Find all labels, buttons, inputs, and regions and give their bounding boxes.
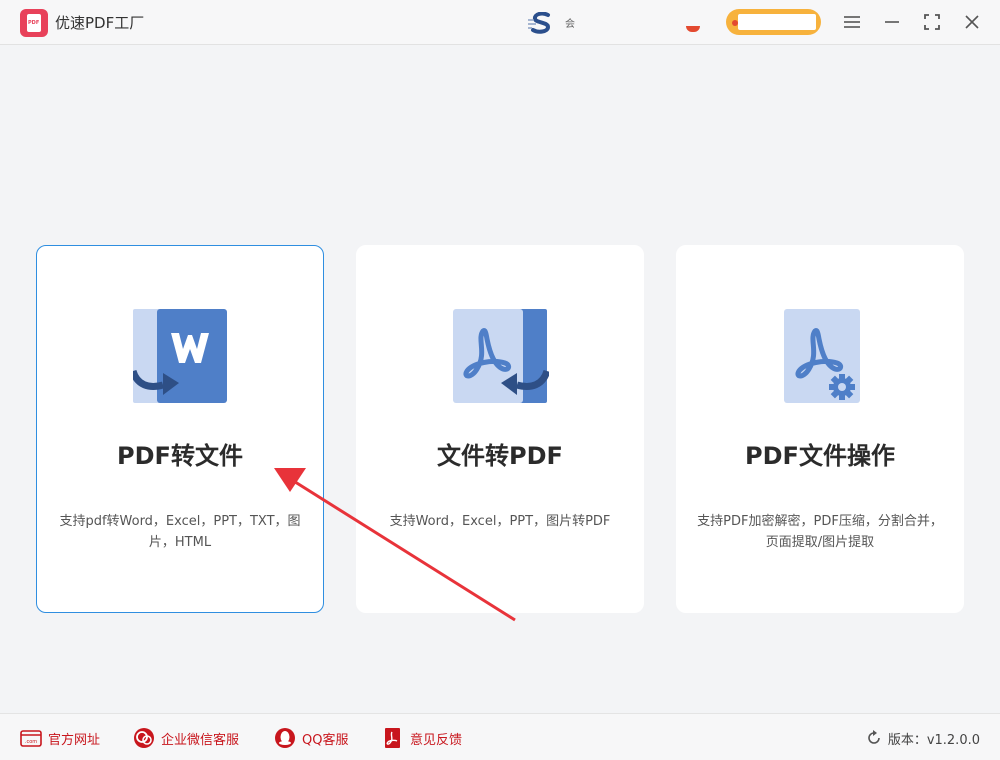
close-icon[interactable] xyxy=(960,10,984,34)
svg-text:.com: .com xyxy=(25,739,37,745)
footer-link-feedback[interactable]: 意见反馈 xyxy=(382,726,462,750)
minimize-icon[interactable] xyxy=(880,10,904,34)
footer-bar: .com 官方网址 企业微信客服 QQ客服 意见反馈 版本：v1.2.0.0 xyxy=(0,713,1000,760)
card-description: 支持pdf转Word，Excel，PPT，TXT，图片，HTML xyxy=(59,514,301,550)
footer-link-qq[interactable]: QQ客服 xyxy=(274,726,348,750)
card-file-to-pdf[interactable]: 文件转PDF 支持Word，Excel，PPT，图片转PDF xyxy=(356,245,644,613)
refresh-icon xyxy=(868,730,880,744)
footer-link-label: 官方网址 xyxy=(48,732,101,748)
header-member-text: 会 xyxy=(565,19,575,30)
footer-link-label: QQ客服 xyxy=(302,732,349,748)
wechat-service-icon xyxy=(134,728,154,748)
menu-icon[interactable] xyxy=(840,10,864,34)
footer-link-label: 企业微信客服 xyxy=(161,732,240,748)
pdf-to-word-icon xyxy=(133,309,227,403)
app-title: 优速PDF工厂 xyxy=(55,14,145,32)
qq-icon xyxy=(275,728,295,748)
card-title: PDF文件操作 xyxy=(745,442,895,470)
file-to-pdf-icon xyxy=(453,309,549,403)
app-logo-icon: PDF xyxy=(20,9,48,37)
title-bar: PDF 优速PDF工厂 会 xyxy=(0,0,1000,45)
vip-button[interactable] xyxy=(726,9,821,35)
pdf-settings-icon xyxy=(784,309,860,403)
footer-link-website[interactable]: .com 官方网址 xyxy=(20,726,100,750)
feedback-icon xyxy=(385,728,400,748)
card-description: 支持Word，Excel，PPT，图片转PDF xyxy=(389,514,611,529)
version-label: 版本：v1.2.0.0 xyxy=(887,732,980,748)
card-title: 文件转PDF xyxy=(437,442,563,470)
card-pdf-operations[interactable]: PDF文件操作 支持PDF加密解密，PDF压缩，分割合并，页面提取/图片提取 xyxy=(676,245,964,613)
brand-s-logo-icon xyxy=(528,12,551,34)
footer-link-label: 意见反馈 xyxy=(410,732,463,748)
maximize-icon[interactable] xyxy=(920,10,944,34)
card-pdf-to-file[interactable]: PDF转文件 支持pdf转Word，Excel，PPT，TXT，图片，HTML xyxy=(36,245,324,613)
notification-icon[interactable] xyxy=(686,26,700,32)
card-title: PDF转文件 xyxy=(117,442,243,470)
footer-link-wechat[interactable]: 企业微信客服 xyxy=(133,726,239,750)
card-description: 支持PDF加密解密，PDF压缩，分割合并，页面提取/图片提取 xyxy=(697,514,943,550)
version-info[interactable]: 版本：v1.2.0.0 xyxy=(866,726,980,750)
website-icon: .com xyxy=(20,730,42,747)
